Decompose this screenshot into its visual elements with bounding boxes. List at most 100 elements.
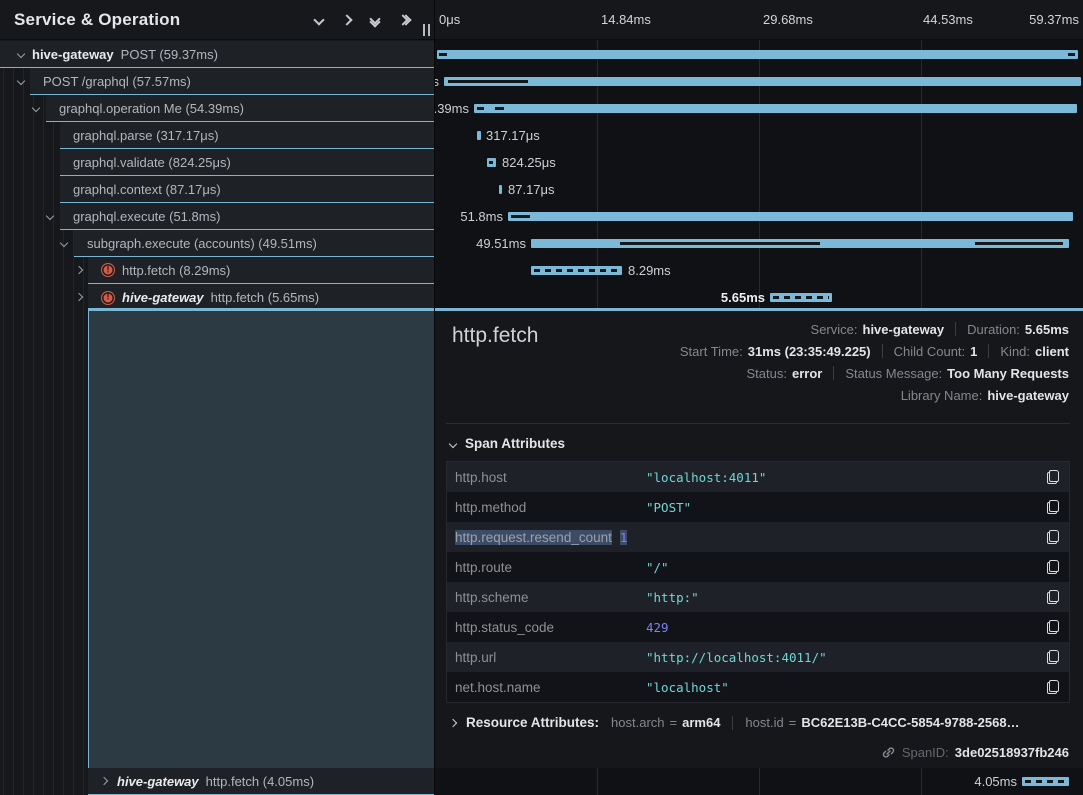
expander-icon[interactable] xyxy=(17,50,25,58)
copy-button[interactable] xyxy=(1047,590,1059,604)
span-bar[interactable] xyxy=(499,185,502,194)
kind-label: Kind: xyxy=(1000,344,1030,359)
attribute-value: "localhost:4011" xyxy=(646,470,766,485)
timeline-row-selected: 5.65ms xyxy=(435,284,1083,311)
copy-button[interactable] xyxy=(1047,560,1059,574)
span-row-hive-gateway-post[interactable]: hive-gateway POST (59.37ms) xyxy=(0,41,434,68)
span-row-http-fetch-5ms-selected[interactable]: ! hive-gateway http.fetch (5.65ms) xyxy=(0,284,434,311)
span-detail-title: http.fetch xyxy=(452,324,538,348)
copy-button[interactable] xyxy=(1047,680,1059,694)
span-label: graphql.parse (317.17μs) xyxy=(73,128,219,143)
duration-label: Duration: xyxy=(967,322,1020,337)
span-row-post-graphql[interactable]: POST /graphql (57.57ms) xyxy=(0,68,434,95)
resource-attributes-row[interactable]: Resource Attributes: host.arch = arm64 h… xyxy=(450,715,1069,730)
copy-button[interactable] xyxy=(1047,470,1059,484)
span-id-label: SpanID: xyxy=(902,745,949,760)
span-row-graphql-parse[interactable]: graphql.parse (317.17μs) xyxy=(0,122,434,149)
trace-viewer: hive-gateway POST (59.37ms) POST /graphq… xyxy=(0,0,1083,795)
attribute-row: http.host "localhost:4011" xyxy=(447,462,1069,492)
collapse-all-icon[interactable] xyxy=(371,15,379,26)
copy-icon xyxy=(1047,560,1059,574)
timeline-row: 54.39ms xyxy=(435,95,1083,122)
expand-one-icon[interactable] xyxy=(341,14,352,25)
timeline-row xyxy=(435,41,1083,68)
bar-duration-label: 4.05ms xyxy=(957,774,1017,790)
bar-mark xyxy=(773,296,829,299)
span-row-graphql-validate[interactable]: graphql.validate (824.25μs) xyxy=(0,149,434,176)
expander-icon[interactable] xyxy=(75,293,83,301)
bar-mark xyxy=(439,53,447,56)
chevron-down-icon xyxy=(449,439,457,447)
tick-label: 29.68ms xyxy=(763,12,813,27)
link-icon xyxy=(881,745,896,760)
span-row-http-fetch-4ms[interactable]: hive-gateway http.fetch (4.05ms) xyxy=(0,768,434,795)
expander-icon[interactable] xyxy=(75,266,83,274)
timeline-row: 49.51ms xyxy=(435,230,1083,257)
selected-span-expansion-area xyxy=(88,308,434,768)
attribute-value: 1 xyxy=(620,530,628,545)
tick-label: 0μs xyxy=(439,12,460,27)
tick-label: 14.84ms xyxy=(601,12,651,27)
span-bar[interactable] xyxy=(531,266,622,275)
start-time-label: Start Time: xyxy=(680,344,743,359)
expander-icon[interactable] xyxy=(17,77,25,85)
span-attributes-header[interactable]: Span Attributes xyxy=(450,436,565,451)
copy-button[interactable] xyxy=(1047,620,1059,634)
timeline-row: 8.29ms xyxy=(435,257,1083,284)
attribute-key: net.host.name xyxy=(455,680,646,695)
span-bar[interactable] xyxy=(437,50,1078,59)
span-label: http.fetch (4.05ms) xyxy=(206,774,314,789)
span-bar[interactable] xyxy=(1022,777,1069,786)
bar-duration-label: 51.8ms xyxy=(443,209,503,225)
span-bar[interactable] xyxy=(474,104,1077,113)
attribute-key: http.scheme xyxy=(455,590,646,605)
span-bar[interactable] xyxy=(477,131,481,140)
copy-icon xyxy=(1047,650,1059,664)
copy-icon xyxy=(1047,530,1059,544)
timeline-row: 4.05ms xyxy=(435,768,1083,795)
copy-button[interactable] xyxy=(1047,500,1059,514)
attribute-value: "localhost" xyxy=(646,680,729,695)
copy-button[interactable] xyxy=(1047,650,1059,664)
span-bar[interactable] xyxy=(770,293,832,302)
expand-all-icon[interactable] xyxy=(399,16,410,24)
copy-button[interactable] xyxy=(1047,530,1059,544)
collapse-one-icon[interactable] xyxy=(313,14,324,25)
bar-mark xyxy=(1025,780,1066,783)
span-bar[interactable] xyxy=(508,212,1073,221)
attribute-key: http.status_code xyxy=(455,620,646,635)
service-operation-panel: hive-gateway POST (59.37ms) POST /graphq… xyxy=(0,0,434,795)
resource-value: arm64 xyxy=(682,715,720,730)
meta-separator xyxy=(988,344,989,358)
chevron-right-icon xyxy=(450,718,457,726)
service-name: hive-gateway xyxy=(122,290,204,305)
child-count-label: Child Count: xyxy=(894,344,966,359)
span-row-graphql-context[interactable]: graphql.context (87.17μs) xyxy=(0,176,434,203)
timeline-row: 51.8ms xyxy=(435,203,1083,230)
span-row-graphql-operation[interactable]: graphql.operation Me (54.39ms) xyxy=(0,95,434,122)
expander-icon[interactable] xyxy=(32,104,40,112)
span-row-http-fetch-8ms[interactable]: ! http.fetch (8.29ms) xyxy=(0,257,434,284)
attribute-row: http.url "http://localhost:4011/" xyxy=(447,642,1069,672)
expander-icon[interactable] xyxy=(46,212,54,220)
copy-icon xyxy=(1047,620,1059,634)
span-row-graphql-execute[interactable]: graphql.execute (51.8ms) xyxy=(0,203,434,230)
bar-duration-label: 87.17μs xyxy=(508,182,555,198)
status-value: error xyxy=(792,366,822,381)
attribute-key: http.host xyxy=(455,470,646,485)
panel-resize-handle[interactable] xyxy=(423,24,430,36)
timeline-row: 317.17μs xyxy=(435,122,1083,149)
timeline-row: 87.17μs xyxy=(435,176,1083,203)
span-label: graphql.context (87.17μs) xyxy=(73,182,221,197)
expander-icon[interactable] xyxy=(100,777,108,785)
start-time-value: 31ms (23:35:49.225) xyxy=(748,344,871,359)
expander-icon[interactable] xyxy=(60,239,68,247)
bar-mark xyxy=(511,215,530,218)
span-row-subgraph-execute[interactable]: subgraph.execute (accounts) (49.51ms) xyxy=(0,230,434,257)
attribute-row: net.host.name "localhost" xyxy=(447,672,1069,702)
attribute-row: http.route "/" xyxy=(447,552,1069,582)
status-message-value: Too Many Requests xyxy=(947,366,1069,381)
span-id-row[interactable]: SpanID: 3de02518937fb246 xyxy=(881,745,1069,760)
bar-duration-label: 5.65ms xyxy=(705,290,765,306)
span-bar[interactable] xyxy=(444,77,1081,86)
